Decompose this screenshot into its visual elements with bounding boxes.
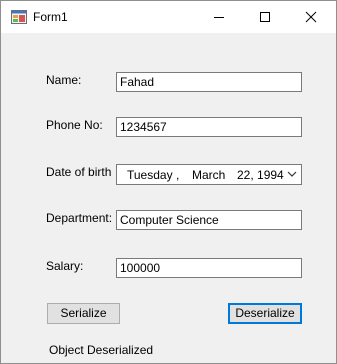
dob-date-picker[interactable]: Tuesday , March 22, 1994 bbox=[116, 164, 302, 185]
dob-weekday: Tuesday bbox=[127, 168, 173, 182]
name-label: Name: bbox=[46, 73, 82, 87]
salary-label: Salary: bbox=[46, 259, 84, 273]
form-client-area: Name: Phone No: Date of birth Tuesday , … bbox=[1, 33, 336, 363]
salary-field[interactable] bbox=[116, 258, 302, 278]
deserialize-button[interactable]: Deserialize bbox=[228, 303, 302, 324]
dob-label: Date of birth bbox=[46, 165, 112, 179]
close-button[interactable] bbox=[288, 1, 334, 33]
maximize-icon bbox=[260, 12, 270, 22]
status-label: Object Deserialized bbox=[49, 343, 154, 357]
chevron-down-icon[interactable] bbox=[287, 171, 297, 178]
dob-month: March bbox=[192, 168, 226, 182]
close-icon bbox=[305, 11, 317, 23]
minimize-icon bbox=[214, 17, 224, 18]
name-field[interactable] bbox=[116, 72, 302, 92]
maximize-button[interactable] bbox=[242, 1, 288, 33]
app-window: Form1 Name: Phone No: Date of birth Tues… bbox=[0, 0, 337, 364]
department-label: Department: bbox=[46, 211, 113, 225]
serialize-button[interactable]: Serialize bbox=[47, 303, 120, 324]
dob-separator: , bbox=[176, 168, 180, 182]
winforms-app-icon bbox=[11, 10, 27, 24]
window-title: Form1 bbox=[33, 10, 68, 24]
phone-label: Phone No: bbox=[46, 118, 103, 132]
department-field[interactable] bbox=[116, 210, 302, 230]
phone-field[interactable] bbox=[116, 117, 302, 137]
minimize-button[interactable] bbox=[196, 1, 242, 33]
title-bar[interactable]: Form1 bbox=[1, 1, 336, 33]
dob-day-year: 22, 1994 bbox=[237, 168, 284, 182]
